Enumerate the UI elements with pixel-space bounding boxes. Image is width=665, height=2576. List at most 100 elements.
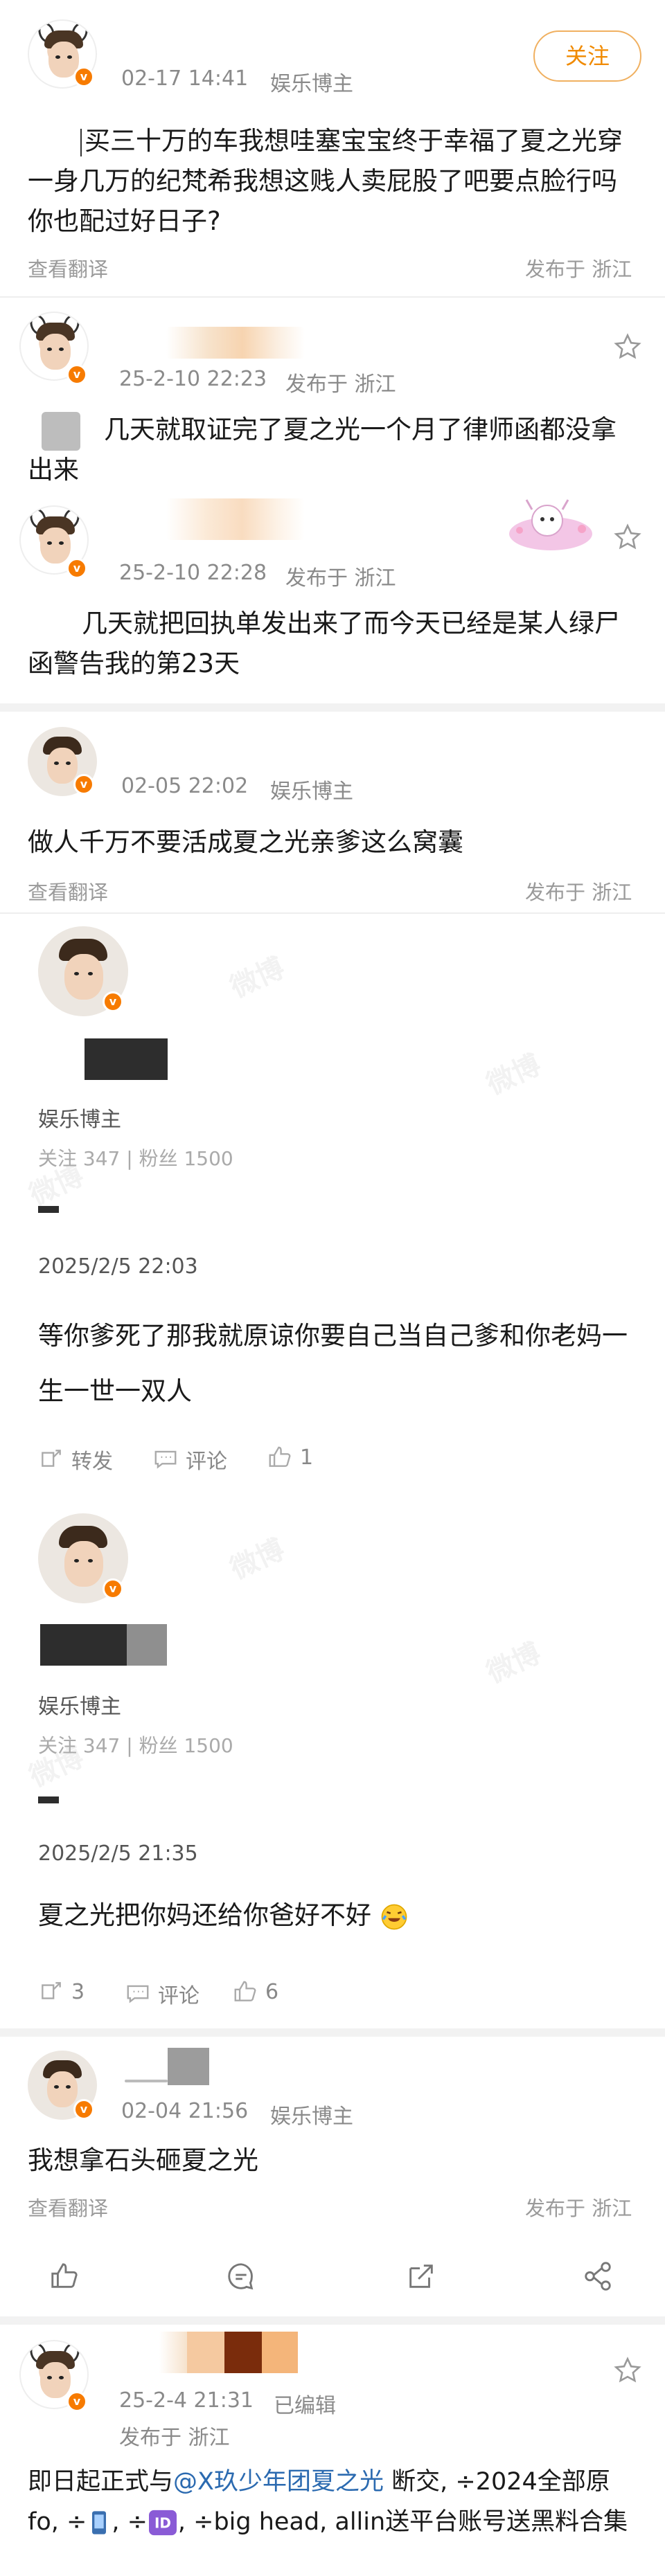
reply-content: 几天就取证完了夏之光一个月了律师函都没拿出来 — [28, 415, 617, 485]
comment-label: 评论 — [158, 1984, 200, 2008]
screenshot-card: v 娱乐博主 关注 347 | 粉丝 1500 2025/2/5 22:03 等… — [0, 915, 665, 1490]
svg-text:ID: ID — [154, 2514, 171, 2531]
thumbs-up-icon[interactable] — [48, 2260, 80, 2292]
comment-button[interactable]: 评论 — [125, 1979, 200, 2009]
verified-badge-icon: v — [73, 774, 94, 795]
redacted-username — [40, 1624, 127, 1666]
verified-badge-icon: v — [103, 1578, 123, 1599]
reply-content: 几天就把回执单发出来了而今天已经是某人绿尸函警告我的第23天 — [28, 609, 620, 678]
reply-date: 25-2-10 22:28 — [119, 561, 267, 585]
verified-badge-icon: v — [73, 2099, 94, 2120]
post-content: 买三十万的车我想哇塞宝宝终于幸福了夏之光穿一身几万的纪梵希我想这贱人卖屁股了吧要… — [28, 121, 637, 242]
verified-badge-icon: v — [103, 991, 123, 1012]
post-location: 发布于 浙江 — [525, 881, 632, 904]
redacted-username — [166, 327, 305, 359]
redacted-username — [85, 1038, 168, 1080]
like-button[interactable]: 1 — [267, 1444, 313, 1470]
reply-location: 发布于 浙江 — [285, 566, 396, 591]
post-date: 2025/2/5 22:03 — [38, 1254, 198, 1279]
author-role: 娱乐博主 — [270, 2105, 353, 2129]
mention-link[interactable]: @X玖少年团夏之光 — [173, 2468, 384, 2496]
post-content: 我想拿石头砸夏之光 — [28, 2145, 258, 2175]
profile-stats: 关注 347 | 粉丝 1500 — [38, 1147, 233, 1170]
post-card: v 02-05 22:02 娱乐博主 做人千万不要活成夏之光亲爹这么窝囊 查看翻… — [0, 712, 665, 919]
thumbs-up-icon — [234, 1981, 256, 2001]
verified-badge-icon: v — [66, 2391, 87, 2412]
redaction-bar — [38, 1206, 59, 1213]
sticker-icon — [509, 499, 592, 550]
comment-icon — [154, 1450, 177, 1469]
star-icon[interactable] — [613, 332, 642, 361]
redacted-username — [127, 1624, 167, 1666]
network-share-icon[interactable] — [582, 2260, 614, 2292]
repost-icon — [42, 1450, 61, 1467]
section-divider — [0, 2028, 665, 2037]
translate-link[interactable]: 查看翻译 — [28, 2192, 108, 2222]
section-divider — [0, 703, 665, 712]
id-emoji-icon: ID — [148, 2510, 177, 2536]
content-text: 即日起正式与 — [28, 2468, 174, 2496]
like-count: 6 — [265, 1979, 279, 2004]
verified-badge-icon: v — [66, 364, 87, 385]
post-time: 02-05 22:02 — [121, 774, 249, 798]
reply-card: v 25-2-10 22:23 发布于 浙江 几天就取证完了夏之光一个月了律师函… — [0, 298, 665, 492]
redacted-username — [166, 498, 305, 540]
post-location: 发布于 浙江 — [525, 258, 632, 281]
post-card: v 02-04 21:56 娱乐博主 我想拿石头砸夏之光 查看翻译 发布于 浙江 — [0, 2037, 665, 2220]
page: 微博 微博 微博 微博 微博 微博 v 02-17 14:41 娱乐博主 关注 … — [0, 0, 665, 2576]
redaction-bar — [38, 1796, 59, 1803]
comment-icon[interactable] — [225, 2260, 257, 2292]
author-role: 娱乐博主 — [38, 1695, 121, 1719]
verified-badge-icon: v — [73, 66, 94, 87]
reply-card: v 25-2-10 22:28 发布于 浙江 几天就把回执单发出来了而今天已经是… — [0, 492, 665, 699]
post-content: 等你爹死了那我就原谅你要自己当自己爹和你老妈一生一世一双人 — [38, 1321, 628, 1406]
author-role: 娱乐博主 — [270, 780, 353, 804]
edited-label: 已编辑 — [274, 2394, 336, 2418]
post-date: 25-2-4 21:31 — [119, 2388, 254, 2413]
laughing-emoji-icon — [381, 1904, 407, 1929]
divider — [0, 912, 665, 914]
translate-link[interactable]: 查看翻译 — [28, 876, 108, 906]
text-cursor — [80, 128, 82, 156]
post-content: 即日起正式与@X玖少年团夏之光 断交, ÷2024全部原fo, ÷, ÷ ID, … — [28, 2462, 637, 2542]
repost-button[interactable]: 转发 — [38, 1444, 113, 1475]
repost-count: 3 — [71, 1979, 85, 2004]
author-role: 娱乐博主 — [270, 72, 353, 96]
post-time: 02-04 21:56 — [121, 2099, 249, 2123]
profile-stats: 关注 347 | 粉丝 1500 — [38, 1734, 233, 1757]
post-date: 2025/2/5 21:35 — [38, 1841, 198, 1866]
translate-link[interactable]: 查看翻译 — [28, 253, 108, 282]
comment-label: 评论 — [186, 1450, 227, 1474]
thumbs-up-icon — [269, 1446, 291, 1467]
post-content: 夏之光把你妈还给你爸好不好 — [38, 1895, 634, 1936]
content-text: , ÷ — [112, 2508, 148, 2536]
follow-button[interactable]: 关注 — [533, 30, 641, 82]
like-count: 1 — [300, 1445, 314, 1470]
post-card: v 25-2-4 21:31 已编辑 发布于 浙江 即日起正式与@X玖少年团夏之… — [0, 2325, 665, 2576]
section-divider — [0, 2316, 665, 2325]
repost-label: 转发 — [71, 1450, 113, 1474]
repost-icon — [42, 1982, 61, 1999]
screenshot-card: v 娱乐博主 关注 347 | 粉丝 1500 2025/2/5 21:35 夏… — [0, 1502, 665, 2056]
comment-icon — [127, 1985, 149, 2003]
star-icon[interactable] — [613, 523, 642, 552]
repost-button[interactable]: 3 — [38, 1979, 85, 2005]
post-content-text: 夏之光把你妈还给你爸好不好 — [38, 1900, 371, 1930]
post-content-text: 买三十万的车我想哇塞宝宝终于幸福了夏之光穿一身几万的纪梵希我想这贱人卖屁股了吧要… — [28, 126, 623, 236]
reply-date: 25-2-10 22:23 — [119, 367, 267, 391]
author-role: 娱乐博主 — [38, 1108, 121, 1132]
verified-badge-icon: v — [66, 558, 87, 579]
phone-emoji-icon — [92, 2511, 107, 2534]
share-icon[interactable] — [405, 2260, 437, 2292]
like-button[interactable]: 6 — [232, 1979, 278, 2005]
post-content: 做人千万不要活成夏之光亲爹这么窝囊 — [28, 827, 463, 857]
comment-button[interactable]: 评论 — [152, 1444, 227, 1475]
post-location: 发布于 浙江 — [119, 2426, 230, 2450]
star-icon[interactable] — [613, 2356, 642, 2385]
redacted-username — [168, 2048, 209, 2085]
content-text: , ÷big head, allin送平台账号送黑料合集 — [177, 2508, 628, 2536]
post-location: 发布于 浙江 — [525, 2197, 632, 2220]
redacted-username — [159, 2332, 298, 2373]
reply-location: 发布于 浙江 — [285, 372, 396, 397]
post-card: v 02-17 14:41 娱乐博主 关注 买三十万的车我想哇塞宝宝终于幸福了夏… — [0, 0, 665, 291]
